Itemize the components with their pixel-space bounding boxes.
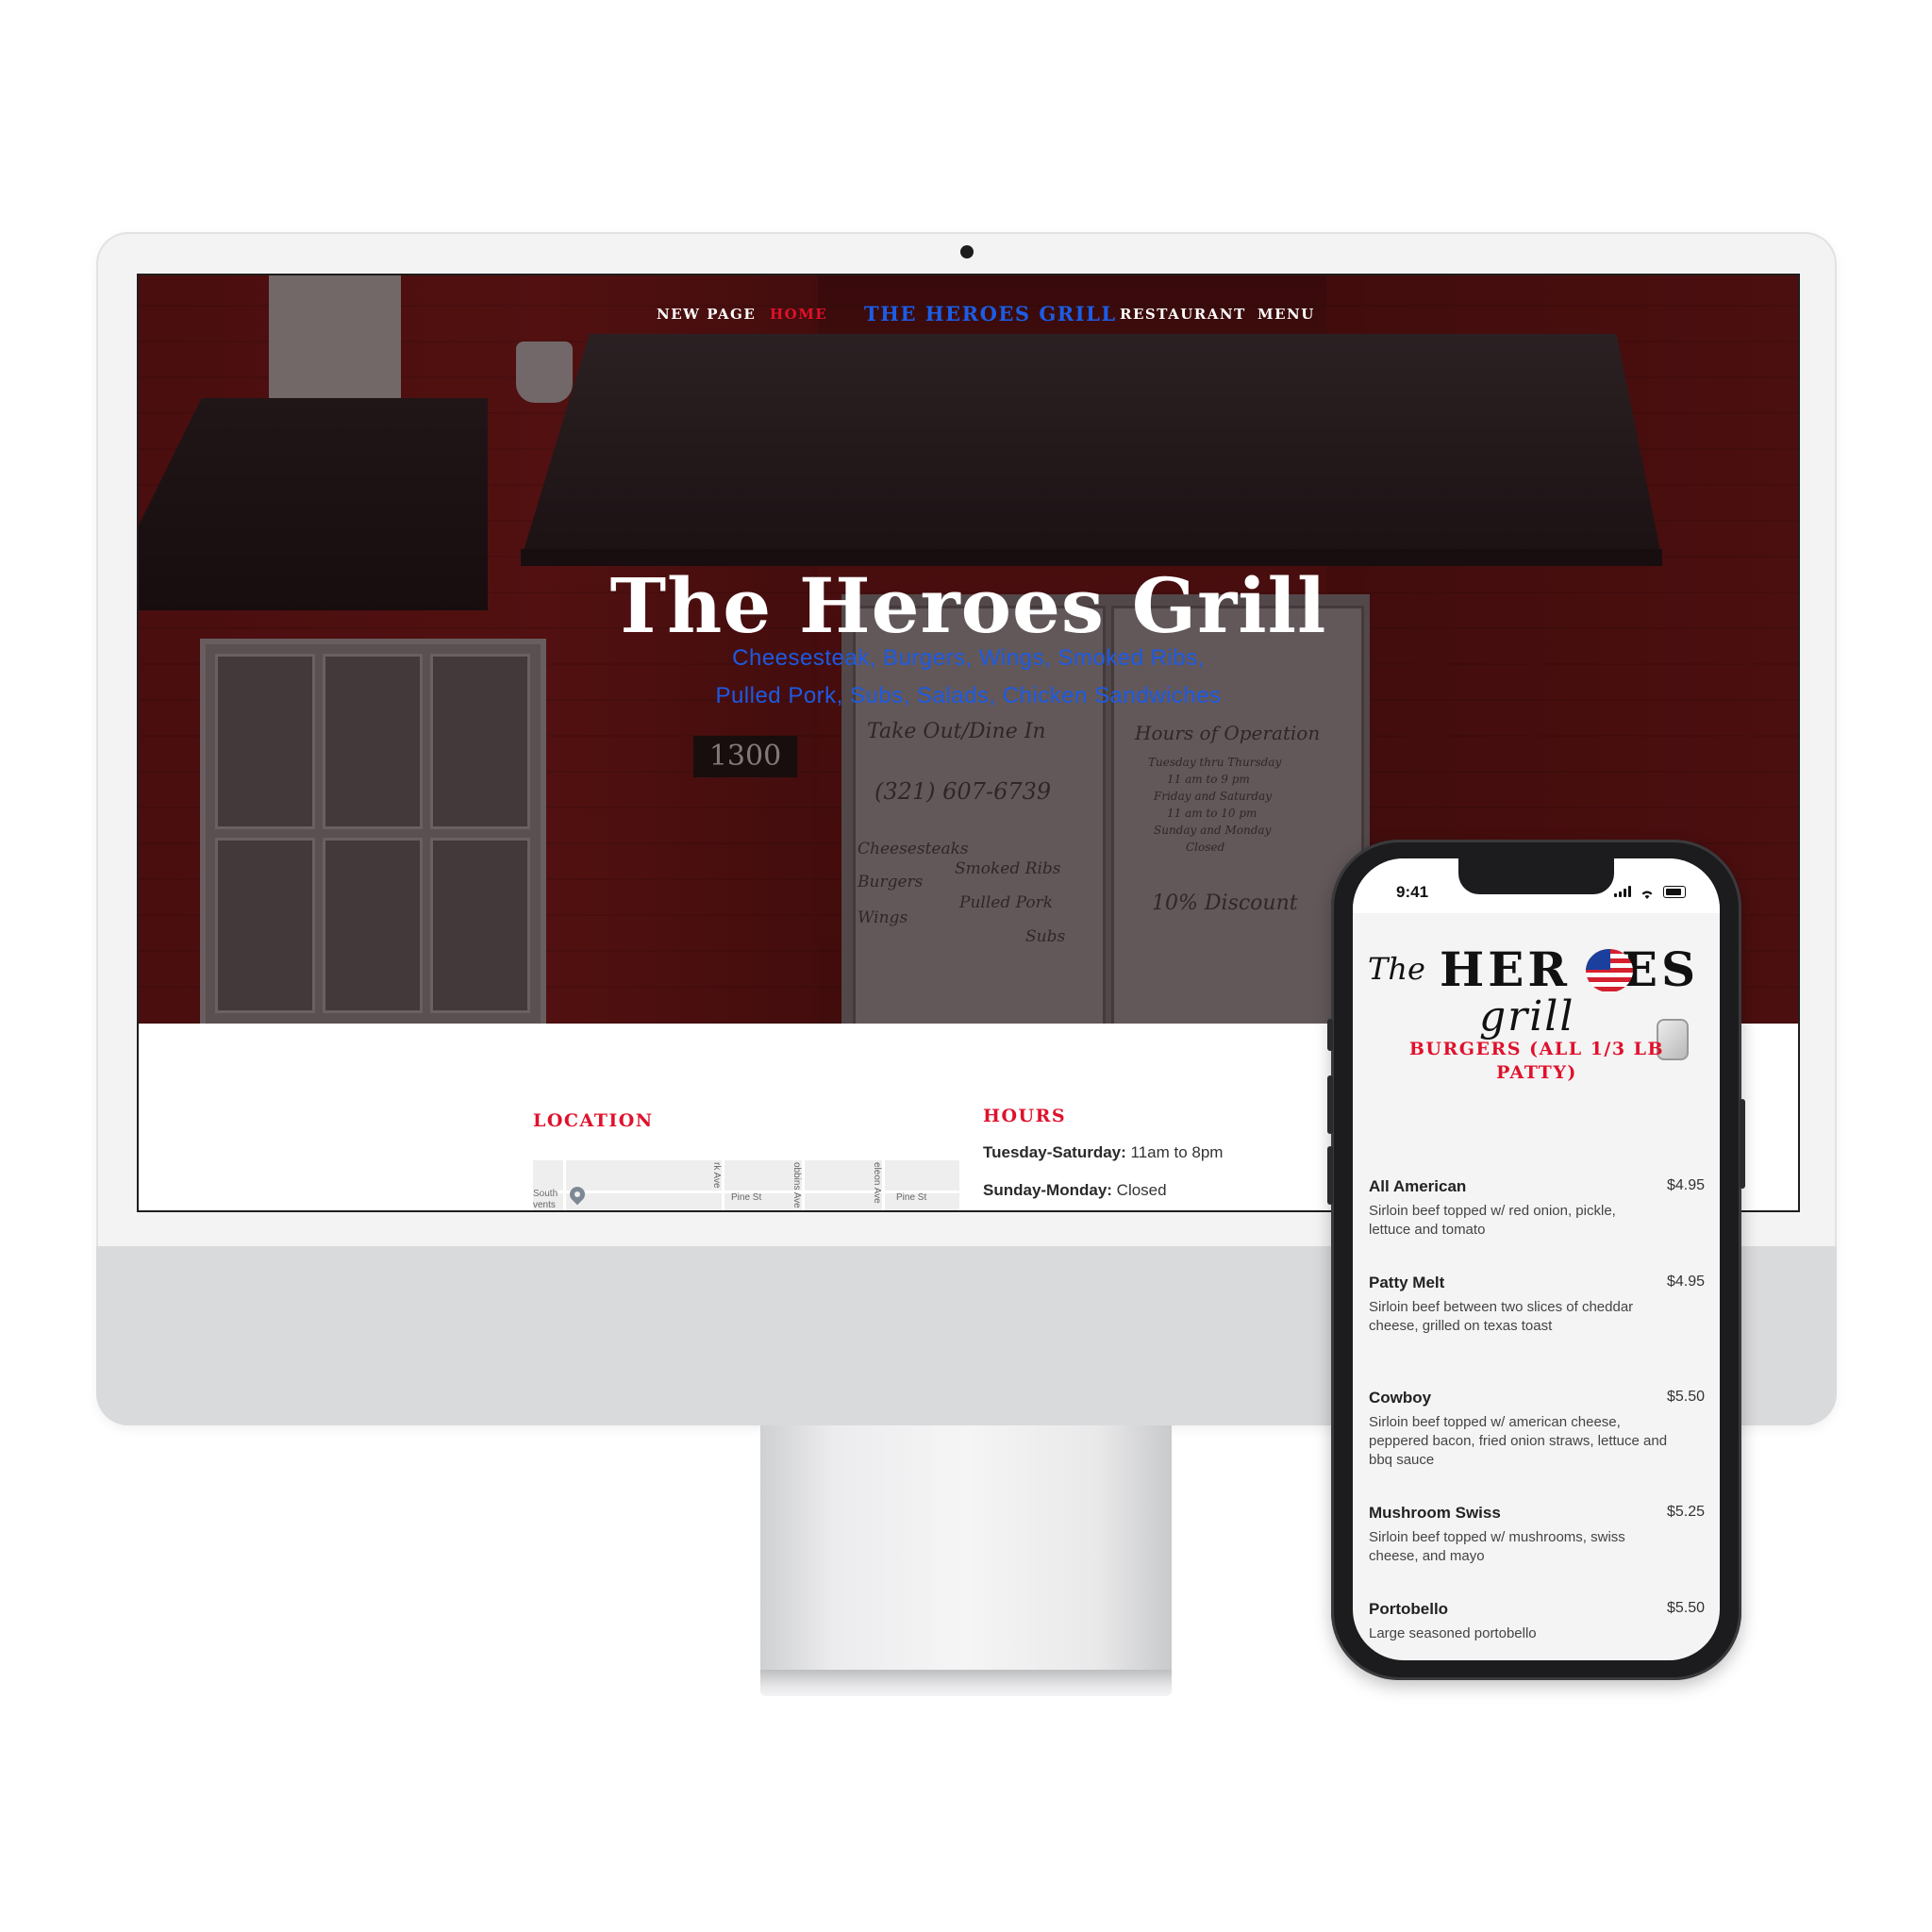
phone-notch — [1458, 858, 1614, 894]
map-label: Pine St — [896, 1192, 927, 1203]
phone-button — [1327, 1146, 1333, 1205]
nav-item-new-page[interactable]: NEW PAGE — [657, 306, 756, 323]
menu-item: All American $4.95 Sirloin beef topped w… — [1369, 1177, 1705, 1240]
imac-stand — [760, 1425, 1172, 1680]
map-label: Pine St — [731, 1192, 762, 1203]
camera-icon — [960, 245, 974, 258]
map-label: rk Ave — [711, 1162, 722, 1189]
nav-item-home[interactable]: HOME — [770, 306, 827, 323]
us-flag-icon — [1586, 949, 1633, 992]
menu-item-price: $5.50 — [1666, 1389, 1705, 1405]
logo-text: HER — [1440, 941, 1571, 997]
menu-item-name: All American — [1369, 1177, 1467, 1195]
battery-icon — [1663, 886, 1686, 898]
menu-item-name: Cowboy — [1369, 1389, 1432, 1407]
menu-item: Patty Melt $4.95 Sirloin beef between tw… — [1369, 1274, 1705, 1336]
menu-item-name: Patty Melt — [1369, 1274, 1445, 1291]
menu-item: Cowboy $5.50 Sirloin beef topped w/ amer… — [1369, 1389, 1705, 1470]
heroes-grill-logo[interactable]: The HER ES grill — [1368, 924, 1707, 1060]
phone-frame: 9:41 The HER ES grill BURGERS (ALL 1/3 LB… — [1327, 840, 1745, 1680]
status-time: 9:41 — [1396, 883, 1429, 901]
status-icons — [1614, 886, 1686, 899]
phone-button — [1740, 1099, 1745, 1189]
hours-value: Closed — [1111, 1181, 1167, 1199]
menu-category-title: BURGERS (ALL 1/3 LB PATTY) — [1408, 1039, 1665, 1083]
hero-subtitle: Pulled Pork, Subs, Salads, Chicken Sandw… — [715, 683, 1222, 708]
nav-item-restaurant[interactable]: RESTAURANT — [1120, 306, 1246, 323]
map-road — [802, 1160, 805, 1210]
hours-title: HOURS — [983, 1106, 1067, 1126]
logo-text: ES — [1621, 941, 1700, 997]
nav-brand[interactable]: THE HEROES GRILL — [864, 302, 1117, 325]
menu-item-price: $4.95 — [1666, 1177, 1705, 1193]
logo-text: grill — [1479, 992, 1575, 1041]
menu-item-desc: Sirloin beef topped w/ mushrooms, swiss … — [1369, 1529, 1625, 1564]
imac-stand-foot — [760, 1670, 1172, 1696]
status-bar: 9:41 — [1353, 858, 1720, 913]
logo-text: The — [1368, 951, 1425, 987]
menu-item-desc: Large seasoned portobello — [1369, 1625, 1537, 1641]
menu-item-price: $5.50 — [1666, 1600, 1705, 1616]
map-road — [882, 1160, 885, 1210]
map-label: South — [533, 1189, 558, 1199]
nav-item-menu[interactable]: MENU — [1257, 306, 1315, 323]
phone-button — [1327, 1075, 1333, 1134]
hero-subtitle: Cheesesteak, Burgers, Wings, Smoked Ribs… — [732, 645, 1205, 671]
menu-item: Portobello $5.50 Large seasoned portobel… — [1369, 1600, 1705, 1643]
map-road — [563, 1160, 566, 1210]
menu-item-name: Portobello — [1369, 1600, 1449, 1618]
menu-item-desc: Sirloin beef topped w/ american cheese, … — [1369, 1414, 1668, 1468]
location-title: LOCATION — [533, 1110, 654, 1131]
map-pin-icon[interactable] — [566, 1183, 589, 1206]
top-nav: NEW PAGE HOME THE HEROES GRILL RESTAURAN… — [139, 275, 1798, 353]
menu-item-desc: Sirloin beef topped w/ red onion, pickle… — [1369, 1203, 1616, 1238]
menu-item-name: Mushroom Swiss — [1369, 1504, 1501, 1522]
menu-item-price: $5.25 — [1666, 1504, 1705, 1520]
wifi-icon — [1640, 886, 1655, 899]
phone-screen: 9:41 The HER ES grill BURGERS (ALL 1/3 LB… — [1353, 858, 1720, 1660]
hours-label: Tuesday-Saturday: — [983, 1143, 1126, 1161]
location-map[interactable]: Pine St Pine St rk Ave obbins Ave eleon … — [533, 1160, 959, 1210]
logo-text: HER ES — [1440, 941, 1699, 997]
menu-item: Mushroom Swiss $5.25 Sirloin beef topped… — [1369, 1504, 1705, 1566]
hours-label: Sunday-Monday: — [983, 1181, 1112, 1199]
hero-title: The Heroes Grill — [609, 561, 1327, 650]
hours-row: Tuesday-Saturday: 11am to 8pm — [983, 1143, 1223, 1162]
map-label: vents — [533, 1200, 556, 1210]
map-label: eleon Ave — [872, 1162, 882, 1204]
hours-value: 11am to 8pm — [1125, 1143, 1224, 1161]
map-road — [722, 1160, 724, 1210]
hours-row: Sunday-Monday: Closed — [983, 1181, 1167, 1200]
map-label: obbins Ave — [791, 1162, 802, 1208]
menu-item-desc: Sirloin beef between two slices of chedd… — [1369, 1299, 1634, 1334]
menu-item-price: $4.95 — [1666, 1274, 1705, 1290]
phone-button — [1327, 1019, 1333, 1051]
